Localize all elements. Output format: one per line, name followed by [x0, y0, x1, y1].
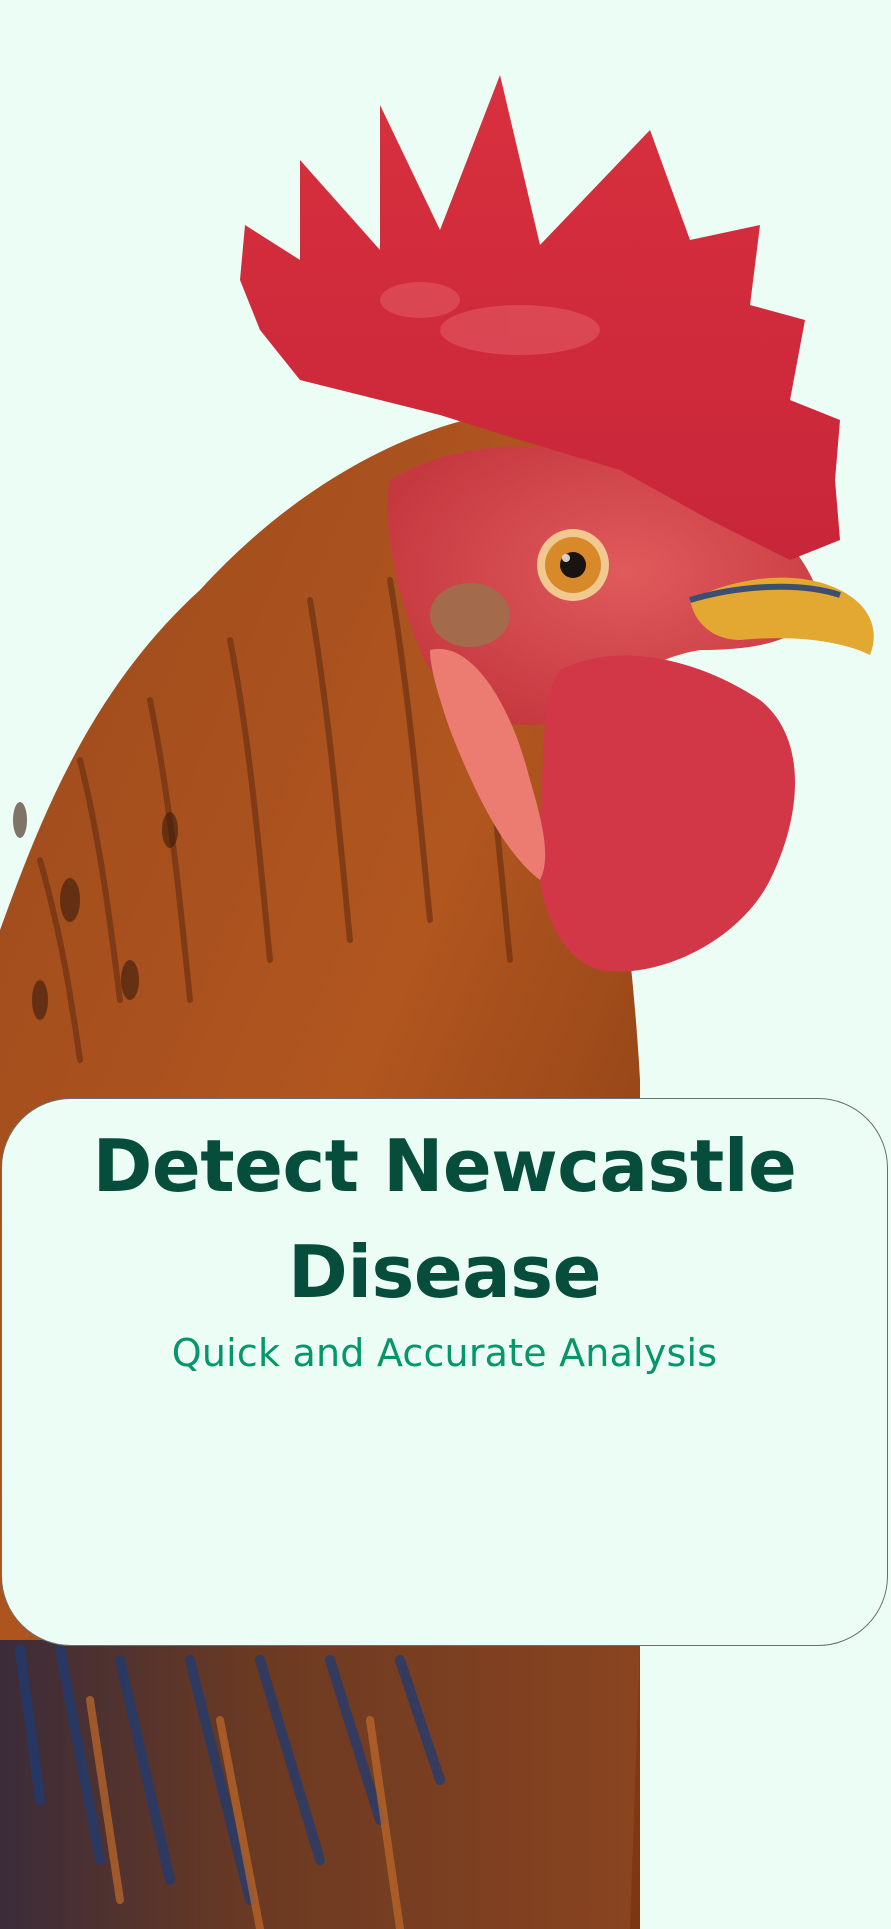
onboarding-screen: Detect Newcastle Disease Quick and Accur…: [0, 0, 891, 1929]
info-card: Detect Newcastle Disease Quick and Accur…: [1, 1098, 888, 1646]
page-title: Detect Newcastle Disease: [92, 1124, 797, 1314]
ear-patch: [430, 583, 510, 647]
lower-feathers: [0, 1640, 640, 1929]
page-subtitle: Quick and Accurate Analysis: [171, 1331, 718, 1375]
wattle: [538, 655, 795, 972]
